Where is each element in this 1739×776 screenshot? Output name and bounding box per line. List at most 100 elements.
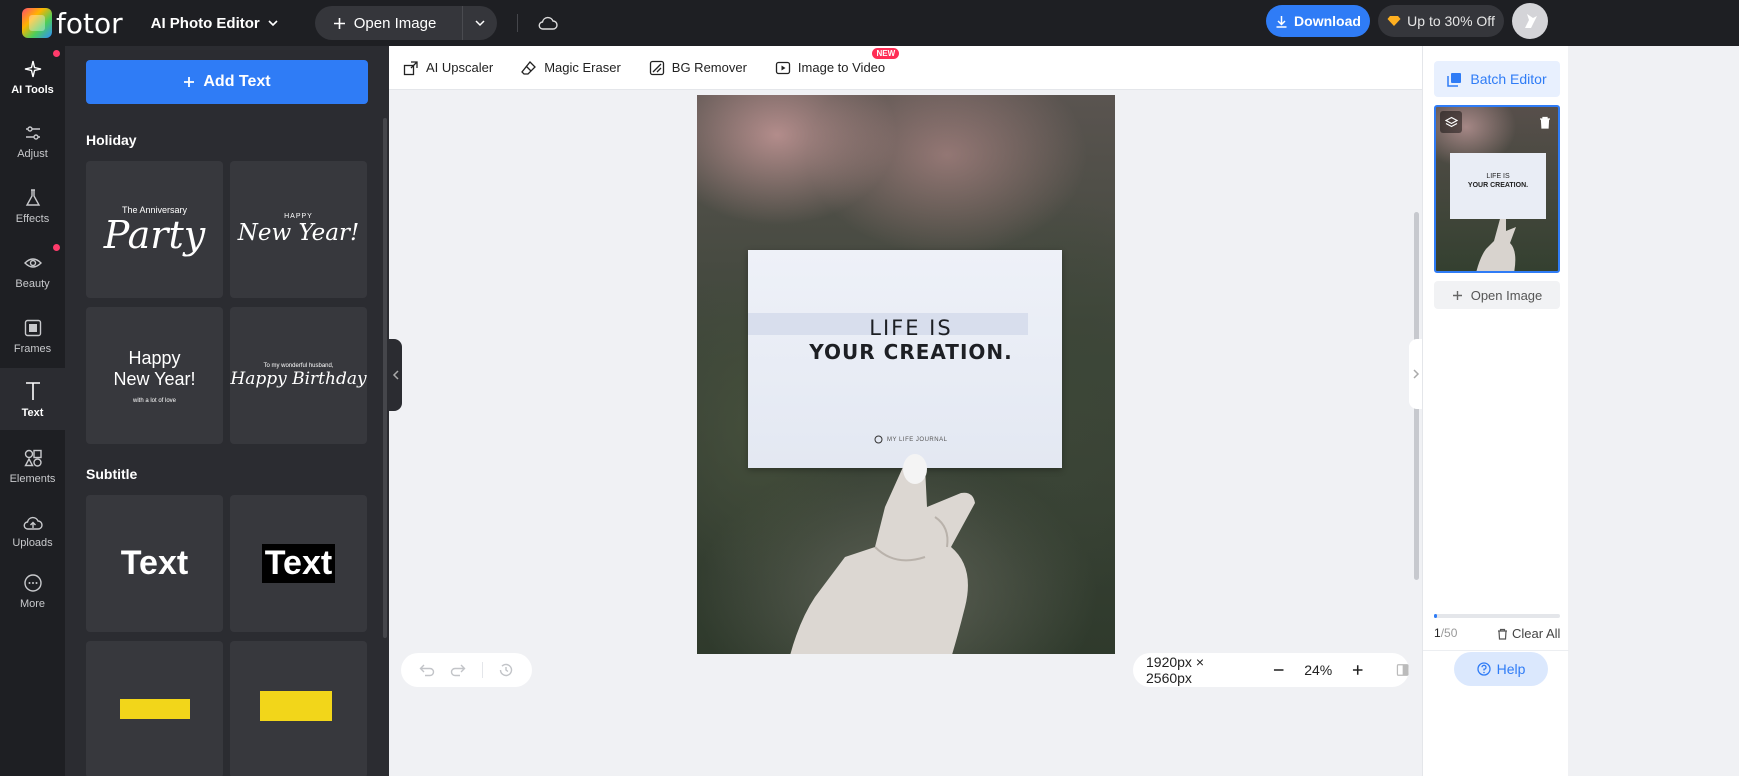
zoom-controls: 1920px × 2560px 24%	[1133, 653, 1409, 687]
text-template-yellow[interactable]	[86, 641, 223, 776]
open-image-control: Open Image	[314, 6, 497, 40]
delete-thumbnail-button[interactable]	[1534, 111, 1556, 133]
tool-label: Magic Eraser	[544, 60, 621, 75]
history-icon[interactable]	[498, 662, 514, 678]
help-button[interactable]: Help	[1454, 652, 1548, 686]
text-template-black-box[interactable]: Text	[230, 495, 367, 632]
image-to-video-button[interactable]: Image to Video NEW	[775, 47, 900, 76]
divider	[516, 14, 518, 32]
download-icon	[1276, 15, 1287, 28]
upload-cloud-icon	[23, 516, 43, 530]
chevron-right-icon	[1413, 369, 1420, 379]
open-image-label: Open Image	[353, 14, 437, 32]
redo-icon[interactable]	[450, 663, 466, 677]
text-template-yellow-box[interactable]	[230, 641, 367, 776]
card-text-line1: LIFE IS	[869, 316, 953, 340]
trash-icon	[1498, 628, 1507, 640]
batch-editor-button[interactable]: Batch Editor	[1434, 61, 1560, 97]
rail-label: More	[19, 597, 46, 610]
plus-icon	[1452, 290, 1462, 300]
thumbnail-text: YOUR CREATION.	[1467, 182, 1529, 189]
text-template-happy-new-year-script[interactable]: HAPPY New Year!	[230, 161, 367, 298]
tool-label: BG Remover	[671, 60, 747, 75]
count-total: /50	[1440, 626, 1458, 640]
magic-eraser-button[interactable]: Magic Eraser	[521, 60, 621, 76]
rail-label: Frames	[13, 342, 52, 355]
user-avatar[interactable]	[1512, 3, 1548, 39]
image-dimensions: 1920px × 2560px	[1146, 654, 1204, 686]
section-title-subtitle: Subtitle	[86, 466, 138, 482]
divider	[481, 662, 483, 678]
trash-icon	[1540, 116, 1550, 129]
rail-item-more[interactable]: More	[0, 560, 65, 622]
tool-label: AI Upscaler	[426, 60, 494, 75]
open-image-button[interactable]: Open Image	[315, 6, 463, 40]
photo-canvas[interactable]: LIFE IS YOUR CREATION. MY LIFE JOURNAL	[697, 95, 1115, 654]
plus-icon	[184, 77, 195, 87]
open-image-label: Open Image	[1470, 287, 1543, 303]
text-template-happy-birthday[interactable]: To my wonderful husband, Happy Birthday	[230, 307, 367, 444]
cloud-icon	[538, 16, 558, 30]
rail-item-text[interactable]: Text	[0, 368, 65, 430]
rail-item-uploads[interactable]: Uploads	[0, 500, 65, 562]
zoom-in-icon[interactable]	[1352, 664, 1363, 676]
cloud-save-button[interactable]	[538, 16, 558, 30]
panel-scrollbar[interactable]	[383, 118, 387, 638]
template-preview-yellow-box	[260, 691, 332, 721]
chevron-down-icon	[475, 20, 485, 27]
ai-upscaler-button[interactable]: AI Upscaler	[403, 60, 493, 76]
download-button[interactable]: Download	[1266, 5, 1370, 37]
card-text-line2: YOUR CREATION.	[809, 340, 1013, 364]
batch-editor-label: Batch Editor	[1470, 71, 1547, 87]
app-title-dropdown[interactable]: AI Photo Editor	[151, 15, 279, 32]
chevron-left-icon	[392, 370, 399, 380]
rail-label: Beauty	[15, 277, 50, 290]
template-text: Text	[261, 544, 336, 583]
template-text: HAPPY	[284, 213, 313, 220]
collapse-panel-button[interactable]	[389, 339, 402, 411]
app-title: AI Photo Editor	[150, 14, 260, 32]
rail-label: Adjust	[17, 147, 48, 160]
layers-icon	[1444, 116, 1458, 127]
rail-item-effects[interactable]: Effects	[0, 175, 65, 237]
clear-all-button[interactable]: Clear All	[1497, 626, 1560, 641]
text-template-happy-new-year-love[interactable]: Happy New Year! with a lot of love	[86, 307, 223, 444]
bird-avatar-icon	[1525, 14, 1537, 28]
expand-right-panel-button[interactable]	[1409, 339, 1423, 409]
open-image-secondary-button[interactable]: Open Image	[1434, 281, 1560, 309]
brand-logo-icon	[874, 435, 883, 444]
rail-item-frames[interactable]: Frames	[0, 305, 65, 367]
zoom-out-icon[interactable]	[1273, 664, 1284, 676]
fotor-logo-icon	[22, 8, 52, 38]
text-template-plain-bold[interactable]: Text	[86, 495, 223, 632]
open-image-dropdown-button[interactable]	[463, 17, 497, 29]
rail-label: Elements	[9, 472, 56, 485]
compare-icon[interactable]	[1396, 663, 1409, 677]
template-text: Text	[120, 544, 189, 582]
rail-item-beauty[interactable]: Beauty	[0, 240, 65, 302]
rail-item-elements[interactable]: Elements	[0, 435, 65, 497]
template-text: Happy Birthday	[230, 368, 367, 389]
notification-dot	[53, 244, 60, 251]
zoom-level[interactable]: 24%	[1304, 662, 1332, 678]
fotor-logo[interactable]: fotor	[22, 7, 123, 40]
offer-button[interactable]: Up to 30% Off	[1378, 5, 1504, 37]
rail-item-ai-tools[interactable]: AI Tools	[0, 46, 65, 108]
rail-label: AI Tools	[11, 83, 54, 96]
chevron-down-icon	[268, 20, 278, 27]
help-label: Help	[1496, 661, 1526, 677]
rail-item-adjust[interactable]: Adjust	[0, 110, 65, 172]
bg-remover-icon	[649, 60, 664, 75]
template-preview-yellow	[120, 699, 190, 719]
image-thumbnail[interactable]: LIFE IS YOUR CREATION.	[1434, 105, 1560, 273]
layers-button[interactable]	[1440, 111, 1462, 133]
bg-remover-button[interactable]: BG Remover	[649, 60, 747, 76]
add-text-button[interactable]: Add Text	[86, 60, 368, 104]
template-text: New Year!	[113, 368, 196, 389]
more-icon	[23, 573, 42, 592]
undo-icon[interactable]	[419, 663, 435, 677]
card-brand: MY LIFE JOURNAL	[874, 435, 947, 444]
text-panel: Add Text Holiday The Anniversary Party H…	[65, 46, 389, 776]
text-template-anniversary-party[interactable]: The Anniversary Party	[86, 161, 223, 298]
thumbnail-card: LIFE IS YOUR CREATION.	[1450, 153, 1546, 219]
